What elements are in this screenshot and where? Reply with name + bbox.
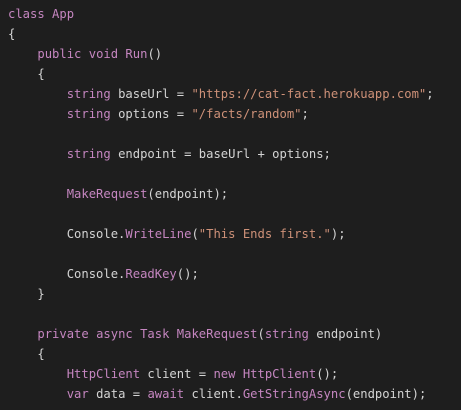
code-token: Console.: [8, 227, 126, 241]
code-token: new: [213, 367, 243, 381]
code-token: ;: [426, 87, 434, 101]
code-token: client =: [147, 367, 214, 381]
code-line: {: [8, 64, 45, 84]
code-token: ();: [176, 267, 199, 281]
code-token: string: [66, 147, 119, 161]
code-token: string: [66, 107, 119, 121]
code-token: Task: [140, 327, 177, 341]
code-token: App: [52, 7, 75, 21]
code-token: private: [37, 327, 97, 341]
code-token: (): [147, 47, 163, 61]
code-token: GetStringAsync: [242, 387, 346, 401]
code-token: (endpoint);: [345, 387, 427, 401]
code-line: {: [8, 24, 15, 44]
code-token: }: [8, 287, 45, 301]
code-token: string: [264, 327, 317, 341]
code-token: ();: [316, 367, 339, 381]
code-line: Console.WriteLine("This Ends first.");: [8, 224, 346, 244]
code-token: {: [8, 67, 45, 81]
code-token: (: [191, 227, 199, 241]
code-token: endpoint): [316, 327, 383, 341]
code-token: "https://cat-fact.herokuapp.com": [191, 87, 427, 101]
code-line: public void Run(): [8, 44, 162, 64]
code-line: var data = await client.GetStringAsync(e…: [8, 384, 427, 404]
code-token: {: [8, 27, 16, 41]
code-line: {: [8, 344, 45, 364]
code-token: class: [8, 7, 53, 21]
code-token: endpoint = baseUrl + options;: [118, 147, 331, 161]
code-token: MakeRequest: [66, 187, 148, 201]
code-token: Console.: [8, 267, 126, 281]
code-token: WriteLine: [125, 227, 192, 241]
code-token: (endpoint);: [147, 187, 229, 201]
code-line: string endpoint = baseUrl + options;: [8, 144, 331, 164]
code-token: async: [96, 327, 141, 341]
code-line: HttpClient client = new HttpClient();: [8, 364, 339, 384]
code-token: {: [8, 347, 45, 361]
code-token: ;: [301, 107, 309, 121]
code-editor[interactable]: class App { public void Run() { string ba…: [0, 0, 461, 410]
code-line: string options = "/facts/random";: [8, 104, 309, 124]
code-token: await: [147, 387, 192, 401]
code-token: var: [66, 387, 97, 401]
code-line: }: [8, 284, 45, 304]
code-token: Run: [125, 47, 148, 61]
code-line: MakeRequest(endpoint);: [8, 184, 228, 204]
code-token: HttpClient: [242, 367, 317, 381]
code-token: MakeRequest: [176, 327, 258, 341]
code-token: (: [257, 327, 265, 341]
code-token: );: [330, 227, 346, 241]
code-token: client.: [191, 387, 243, 401]
code-token: HttpClient: [66, 367, 148, 381]
code-token: string: [66, 87, 119, 101]
code-token: data =: [96, 387, 148, 401]
code-line: private async Task MakeRequest(string en…: [8, 324, 382, 344]
code-token: ReadKey: [125, 267, 177, 281]
code-token: public: [37, 47, 89, 61]
code-line: class App: [8, 4, 74, 24]
code-line: Console.ReadKey();: [8, 264, 199, 284]
code-token: "This Ends first.": [198, 227, 331, 241]
code-token: "/facts/random": [191, 107, 302, 121]
code-token: void: [88, 47, 126, 61]
code-line: string baseUrl = "https://cat-fact.herok…: [8, 84, 434, 104]
code-token: options =: [118, 107, 192, 121]
code-token: baseUrl =: [118, 87, 192, 101]
